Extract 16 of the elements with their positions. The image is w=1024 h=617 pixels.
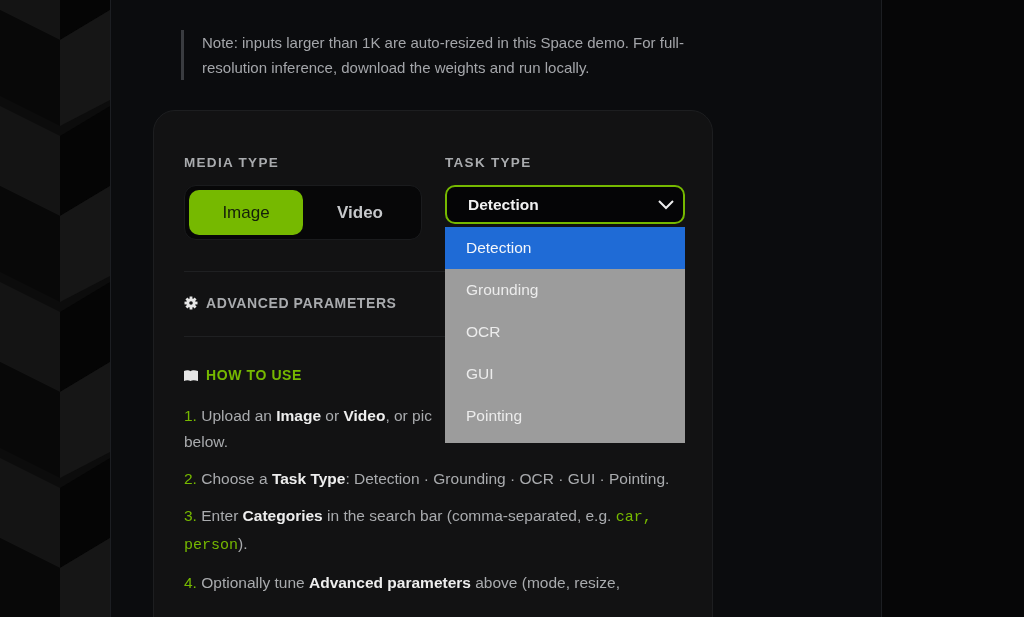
book-icon: [184, 369, 198, 381]
section-title: HOW TO USE: [206, 367, 302, 383]
task-type-select[interactable]: Detection: [445, 185, 685, 224]
field-label: MEDIA TYPE: [184, 155, 280, 170]
dropdown-option[interactable]: Detection: [445, 227, 685, 269]
instruction-step: 4. Optionally tune Advanced parameters above (mode, resize,: [184, 570, 620, 596]
instruction-step: 2. Choose a Task Type: Detection · Grounding · OCR · GUI · Pointing.: [184, 466, 670, 492]
advanced-parameters-toggle[interactable]: ADVANCED PARAMETERS: [206, 295, 397, 311]
gear-icon: [184, 296, 198, 310]
media-type-option[interactable]: Image: [189, 190, 303, 235]
media-type-option[interactable]: Video: [303, 190, 417, 235]
note-text: Note: inputs larger than 1K are auto-resized in this Space demo. For full-resolution inference, download the weights and run locally.: [181, 30, 732, 80]
chevron-down-icon: [657, 198, 675, 211]
field-label: TASK TYPE: [445, 155, 533, 170]
instruction-step: 3. Enter Categories in the search bar (comma-separated, e.g. car, person).: [184, 503, 683, 559]
instruction-step: 1. Upload an Image or Video, or pic below.: [184, 403, 432, 455]
